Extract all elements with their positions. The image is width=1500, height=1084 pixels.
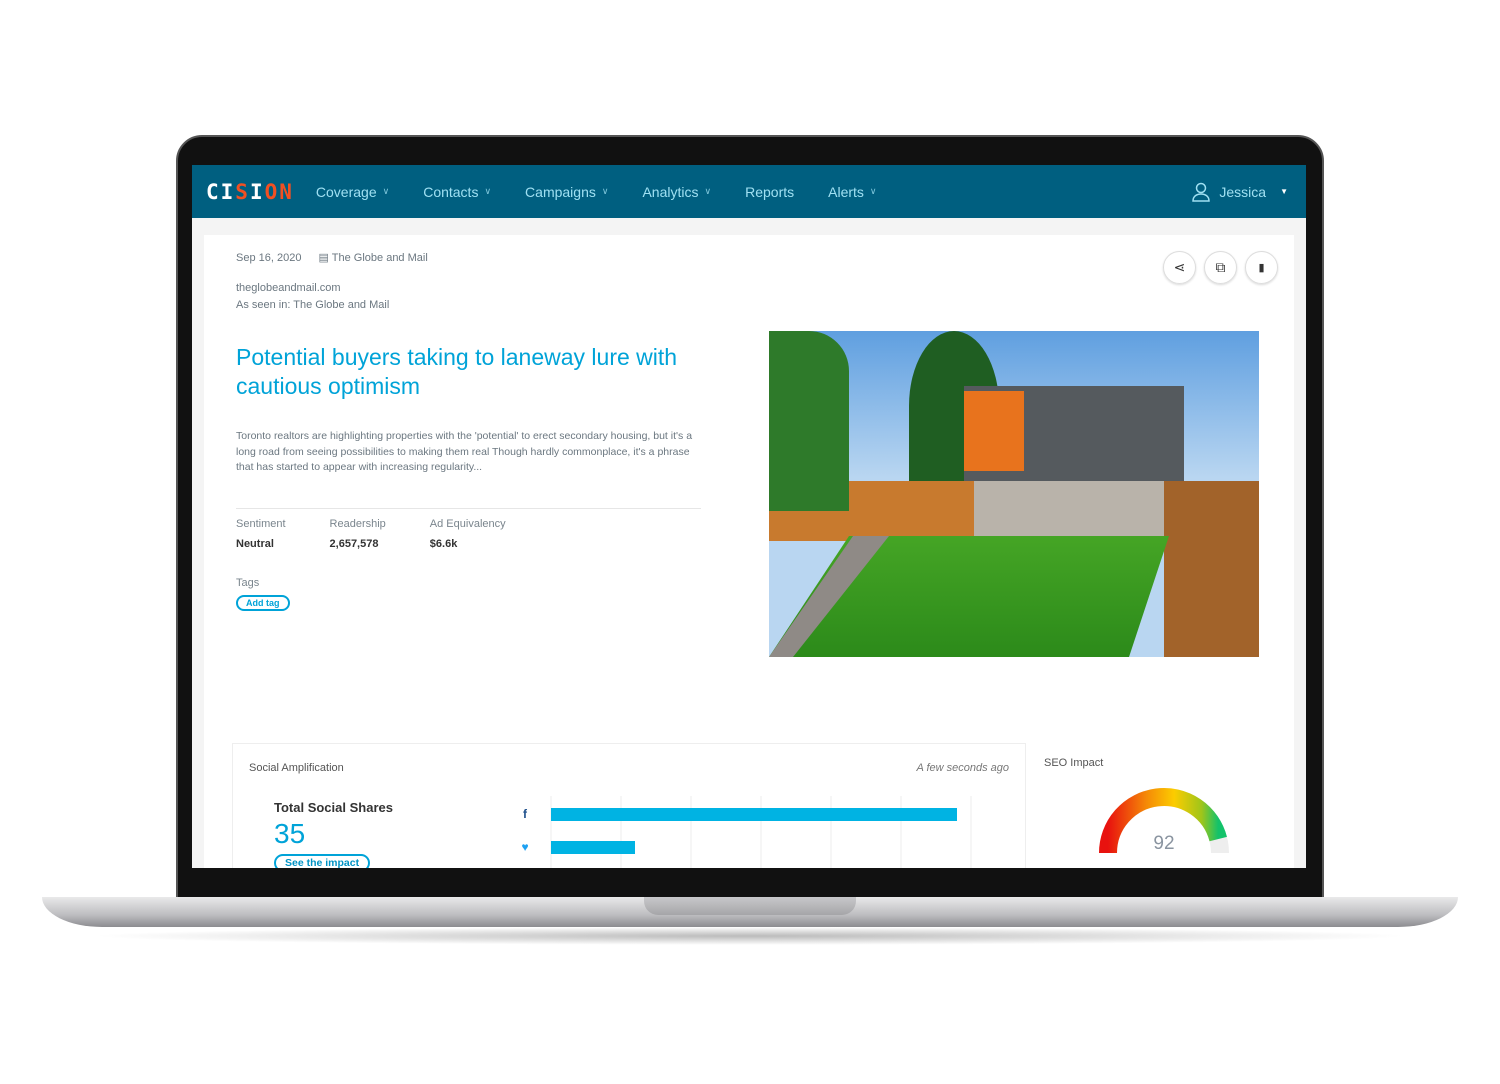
seo-score: 92 <box>1153 833 1174 854</box>
tags-section: Tags Add tag <box>236 577 290 611</box>
tags-label: Tags <box>236 577 260 589</box>
stat-readership: Readership 2,657,578 <box>330 518 386 550</box>
social-updated: A few seconds ago <box>916 762 1009 774</box>
seo-title: SEO Impact <box>1044 757 1104 769</box>
stat-value: Neutral <box>236 538 274 550</box>
nav-label: Coverage <box>315 183 377 200</box>
nav-campaigns[interactable]: Campaigns ∨ <box>525 184 608 200</box>
article-outlet[interactable]: The Globe and Mail <box>332 252 428 264</box>
laptop-notch <box>644 897 856 915</box>
article-actions: ⋖ ⧉ ▮ <box>1163 251 1278 284</box>
user-menu[interactable]: Jessica ▼ <box>1191 182 1288 202</box>
chevron-down-icon: ∨ <box>869 186 877 196</box>
total-shares-label: Total Social Shares <box>274 800 393 815</box>
article-title[interactable]: Potential buyers taking to laneway lure … <box>236 343 696 401</box>
social-shares-chart: f♥p● <box>521 796 972 868</box>
caret-down-icon: ▼ <box>1280 187 1288 196</box>
stat-label: Sentiment <box>236 518 286 530</box>
share-button[interactable]: ⋖ <box>1163 251 1196 284</box>
user-name: Jessica <box>1219 183 1267 200</box>
nav-label: Reports <box>745 183 795 200</box>
article-date: Sep 16, 2020 <box>236 252 302 264</box>
nav-reports[interactable]: Reports <box>745 184 794 200</box>
total-shares-value: 35 <box>274 818 306 849</box>
bar-twitter <box>551 841 635 854</box>
nav-coverage[interactable]: Coverage ∨ <box>316 184 389 200</box>
stat-value: $6.6k <box>429 538 458 550</box>
nav-label: Alerts <box>828 183 864 200</box>
social-amplification-panel: Social Amplification A few seconds ago T… <box>232 743 1026 868</box>
top-nav: CISION Coverage ∨ Contacts ∨ Campaigns ∨ Analy… <box>192 165 1306 218</box>
stat-label: Readership <box>329 518 386 530</box>
seo-impact-panel: SEO Impact 92 <box>1044 743 1294 868</box>
stat-sentiment: Sentiment Neutral <box>236 518 286 550</box>
article-summary: Toronto realtors are highlighting proper… <box>236 430 693 473</box>
article-seen-in: As seen in: The Globe and Mail <box>236 299 390 311</box>
nav-label: Analytics <box>642 183 699 200</box>
see-impact-button[interactable]: See the impact <box>274 854 371 868</box>
laptop-shadow <box>90 927 1410 945</box>
article-stats: Sentiment Neutral Readership 2,657,578 Ad Eq… <box>236 518 506 550</box>
user-icon <box>1192 182 1211 202</box>
nav-contacts[interactable]: Contacts ∨ <box>423 184 491 200</box>
cision-logo[interactable]: CISION <box>206 180 294 204</box>
article-domain[interactable]: theglobeandmail.com <box>236 282 428 294</box>
twitter-icon: ♥ <box>521 840 528 854</box>
newspaper-icon: ▤ <box>318 252 329 264</box>
stat-label: Ad Equivalency <box>429 518 506 530</box>
chevron-down-icon: ∨ <box>382 186 390 196</box>
nav-alerts[interactable]: Alerts ∨ <box>828 184 876 200</box>
divider <box>236 508 701 509</box>
screen: CISION Coverage ∨ Contacts ∨ Campaigns ∨ Analy… <box>192 165 1306 868</box>
seo-gauge: 92 <box>1099 788 1229 854</box>
stat-value: 2,657,578 <box>329 538 379 550</box>
chevron-down-icon: ∨ <box>704 186 712 196</box>
article-image <box>769 331 1259 657</box>
share-icon: ⋖ <box>1173 259 1186 275</box>
add-tag-button[interactable]: Add tag <box>236 595 290 611</box>
external-link-icon: ⧉ <box>1215 259 1226 275</box>
nav-label: Contacts <box>423 183 479 200</box>
facebook-icon: f <box>523 807 528 821</box>
open-external-button[interactable]: ⧉ <box>1204 251 1237 284</box>
delete-button[interactable]: ▮ <box>1245 251 1278 284</box>
chevron-down-icon: ∨ <box>484 186 492 196</box>
trash-icon: ▮ <box>1258 262 1265 274</box>
bar-facebook <box>551 808 957 821</box>
stat-ad-equivalency: Ad Equivalency $6.6k <box>430 518 506 550</box>
social-title: Social Amplification <box>249 762 344 774</box>
nav-label: Campaigns <box>525 183 596 200</box>
nav-analytics[interactable]: Analytics ∨ <box>642 184 711 200</box>
chevron-down-icon: ∨ <box>601 186 609 196</box>
article-meta: Sep 16, 2020 ▤ The Globe and Mail theglo… <box>236 251 428 316</box>
article-card: Sep 16, 2020 ▤ The Globe and Mail theglo… <box>204 235 1294 868</box>
